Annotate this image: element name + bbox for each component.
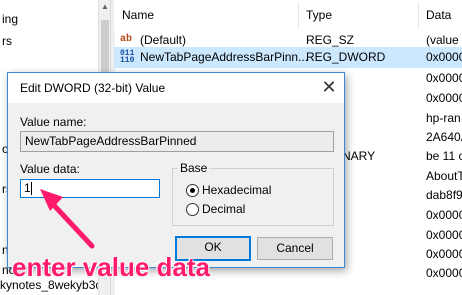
arrow-shaft xyxy=(47,198,95,249)
annotation-label: enter value data xyxy=(12,252,210,282)
annotation-arrow xyxy=(40,189,95,249)
